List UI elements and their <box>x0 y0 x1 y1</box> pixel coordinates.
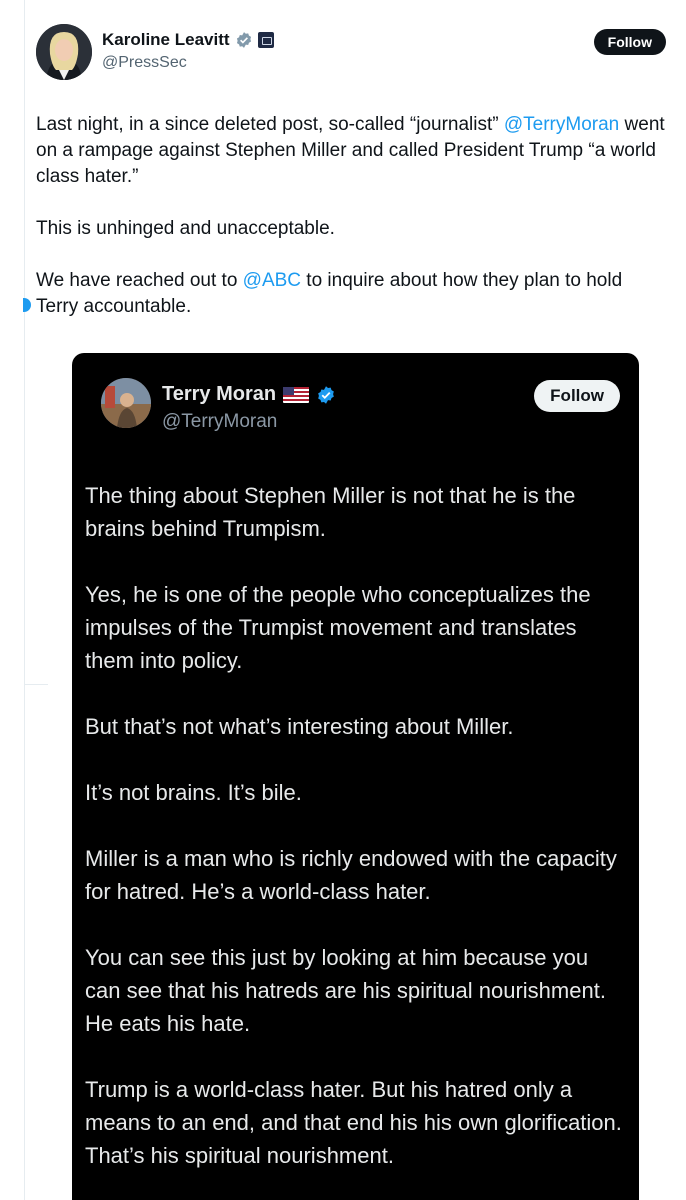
embedded-author-handle: @TerryMoran <box>162 411 278 432</box>
embedded-author-avatar <box>101 378 151 428</box>
tweet-text: Last night, in a since deleted post, so-… <box>36 112 666 346</box>
tweet-paragraph: This is unhinged and unacceptable. <box>36 218 335 239</box>
embedded-author-display-name: Terry Moran <box>162 383 277 405</box>
embedded-post-text: The thing about Stephen Miller is not th… <box>85 479 625 1200</box>
embedded-paragraph: Miller is a man who is richly endowed wi… <box>85 846 617 904</box>
tweet-header: Karoline Leavitt @PressSec Follow <box>36 20 666 80</box>
embedded-paragraph: You can see this just by looking at him … <box>85 945 606 1036</box>
gray-verified-badge-icon <box>236 32 251 48</box>
blue-verified-badge-icon <box>318 385 334 404</box>
tweet-paragraph: Last night, in a since deleted post, so-… <box>36 112 666 190</box>
follow-button[interactable]: Follow <box>593 29 666 55</box>
rail-indicator <box>23 298 31 312</box>
tweet-text-segment: We have reached out to <box>36 270 243 291</box>
author-display-name[interactable]: Karoline Leavitt <box>102 30 230 50</box>
tweet-text-segment: Last night, in a since deleted post, so-… <box>36 114 504 135</box>
author-info: Karoline Leavitt @PressSec <box>102 30 274 72</box>
author-avatar[interactable] <box>36 24 92 80</box>
rail-divider <box>24 684 48 685</box>
embedded-paragraph: The thing about Stephen Miller is not th… <box>85 483 576 541</box>
embedded-paragraph: But that’s not what’s interesting about … <box>85 714 514 739</box>
embedded-author-info: Terry Moran @TerryMoran <box>162 383 336 433</box>
embedded-paragraph: It’s not brains. It’s bile. <box>85 780 302 805</box>
mention-link-abc[interactable]: @ABC <box>243 270 301 291</box>
author-handle[interactable]: @PressSec <box>102 54 274 72</box>
tweet[interactable]: Karoline Leavitt @PressSec Follow Last n… <box>36 20 666 317</box>
us-flag-icon <box>283 386 310 403</box>
embedded-paragraph: Yes, he is one of the people who concept… <box>85 582 591 673</box>
embedded-paragraph: Trump is a world-class hater. But his ha… <box>85 1077 622 1168</box>
embedded-post-screenshot[interactable]: Terry Moran @TerryMoran Follow The thing… <box>72 353 639 1200</box>
government-seal-icon <box>257 32 274 48</box>
mention-link-terrymoran[interactable]: @TerryMoran <box>504 114 619 135</box>
tweet-paragraph: We have reached out to @ABC to inquire a… <box>36 268 666 320</box>
embedded-follow-button: Follow <box>534 380 620 412</box>
timeline-rail <box>23 0 48 1200</box>
